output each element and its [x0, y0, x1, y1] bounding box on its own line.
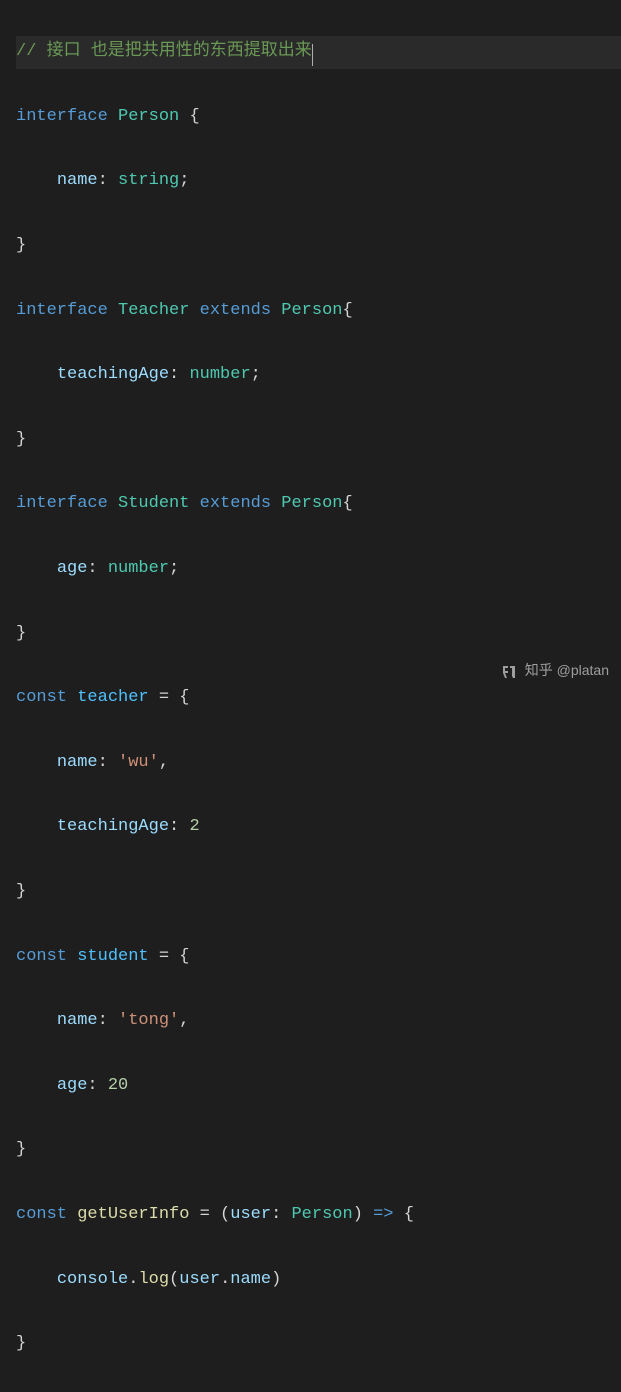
zhihu-logo-icon: [501, 664, 517, 680]
type-name: Person: [281, 494, 342, 513]
code-line: }: [16, 618, 621, 650]
keyword: const: [16, 1205, 67, 1224]
keyword: const: [16, 947, 67, 966]
property: name: [57, 753, 98, 772]
type-name: Person: [118, 107, 179, 126]
code-line: const student = {: [16, 941, 621, 973]
brace: {: [179, 947, 189, 966]
code-line: teachingAge: number;: [16, 359, 621, 391]
code-line: // 接口 也是把共用性的东西提取出来: [16, 36, 621, 68]
code-line: }: [16, 424, 621, 456]
code-line: interface Person {: [16, 101, 621, 133]
comment-text: // 接口 也是把共用性的东西提取出来: [16, 42, 312, 61]
code-line: interface Teacher extends Person{: [16, 295, 621, 327]
type-name: Student: [118, 494, 189, 513]
string-literal: 'wu': [118, 753, 159, 772]
method: log: [138, 1270, 169, 1289]
code-line: console.log(user.name): [16, 1264, 621, 1296]
property: age: [57, 1076, 88, 1095]
keyword: interface: [16, 107, 108, 126]
brace: }: [16, 236, 26, 255]
keyword: const: [16, 688, 67, 707]
type-name: Person: [281, 301, 342, 320]
property: name: [230, 1270, 271, 1289]
watermark: 知乎 @platan: [501, 657, 609, 684]
brace: {: [343, 494, 353, 513]
code-line: }: [16, 1134, 621, 1166]
code-line: }: [16, 1328, 621, 1360]
variable: getUserInfo: [77, 1205, 189, 1224]
code-line: name: string;: [16, 165, 621, 197]
brace: {: [404, 1205, 414, 1224]
type-name: Teacher: [118, 301, 189, 320]
keyword: extends: [200, 494, 271, 513]
property: name: [57, 1011, 98, 1030]
code-line: const getUserInfo = (user: Person) => {: [16, 1199, 621, 1231]
variable: console: [57, 1270, 128, 1289]
variable: teacher: [77, 688, 148, 707]
keyword: interface: [16, 301, 108, 320]
number-literal: 20: [108, 1076, 128, 1095]
brace: }: [16, 430, 26, 449]
code-line: name: 'tong',: [16, 1005, 621, 1037]
code-line: }: [16, 230, 621, 262]
code-line: age: number;: [16, 553, 621, 585]
brace: }: [16, 882, 26, 901]
variable: student: [77, 947, 148, 966]
watermark-handle: @platan: [557, 662, 609, 678]
watermark-brand: 知乎: [525, 662, 553, 678]
brace: {: [179, 688, 189, 707]
string-literal: 'tong': [118, 1011, 179, 1030]
brace: }: [16, 1334, 26, 1353]
code-line: const teacher = {: [16, 682, 621, 714]
text-cursor: [312, 44, 313, 66]
code-line: interface Student extends Person{: [16, 488, 621, 520]
code-line: name: 'wu',: [16, 747, 621, 779]
brace: {: [189, 107, 199, 126]
property: teachingAge: [57, 365, 169, 384]
brace: {: [343, 301, 353, 320]
brace: }: [16, 624, 26, 643]
keyword: extends: [200, 301, 271, 320]
property: teachingAge: [57, 817, 169, 836]
type-name: string: [118, 171, 179, 190]
code-editor[interactable]: // 接口 也是把共用性的东西提取出来 interface Person { n…: [0, 0, 621, 1392]
type-name: number: [108, 559, 169, 578]
property: name: [57, 171, 98, 190]
type-name: number: [189, 365, 250, 384]
code-line: teachingAge: 2: [16, 811, 621, 843]
type-name: Person: [291, 1205, 352, 1224]
variable: user: [179, 1270, 220, 1289]
property: age: [57, 559, 88, 578]
code-line: }: [16, 876, 621, 908]
keyword: interface: [16, 494, 108, 513]
parameter: user: [230, 1205, 271, 1224]
brace: }: [16, 1140, 26, 1159]
number-literal: 2: [189, 817, 199, 836]
code-line: age: 20: [16, 1070, 621, 1102]
